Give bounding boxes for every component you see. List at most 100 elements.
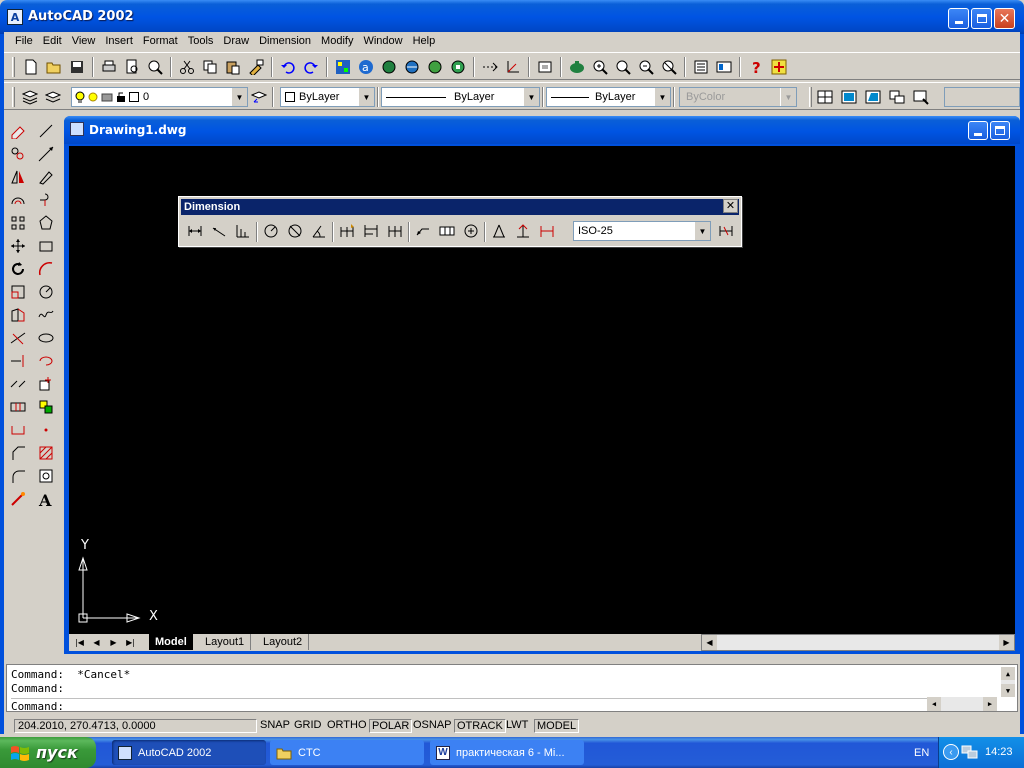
ucs-icon[interactable] xyxy=(504,58,522,76)
pan-realtime-icon[interactable] xyxy=(568,58,586,76)
3d-polyline-icon[interactable] xyxy=(36,190,56,210)
command-vertical-scrollbar[interactable]: ▲ ▼ xyxy=(1001,667,1015,697)
dropdown-arrow-icon[interactable]: ▼ xyxy=(694,222,710,240)
fillet-icon[interactable] xyxy=(8,466,28,486)
network-icon[interactable] xyxy=(961,744,979,760)
scroll-left-arrow-icon[interactable]: ◀ xyxy=(927,697,941,711)
prev-tab-arrow-icon[interactable]: ◀ xyxy=(88,635,105,650)
minimize-button[interactable] xyxy=(948,8,969,29)
dimension-update-icon[interactable] xyxy=(538,222,556,240)
scale-icon[interactable] xyxy=(8,282,28,302)
move-icon[interactable] xyxy=(8,236,28,256)
clip-viewport-icon[interactable] xyxy=(912,88,930,106)
model-toggle[interactable]: MODEL xyxy=(534,719,580,733)
layer-control-combo[interactable]: 0 ▼ xyxy=(71,87,248,107)
quick-dimension-icon[interactable] xyxy=(338,222,356,240)
break-at-point-icon[interactable] xyxy=(8,374,28,394)
toolbar-grip[interactable] xyxy=(12,87,15,107)
scroll-up-arrow-icon[interactable]: ▲ xyxy=(1001,667,1015,680)
tab-model[interactable]: Model xyxy=(149,634,193,650)
properties-icon[interactable] xyxy=(692,58,710,76)
command-horizontal-scrollbar[interactable]: ◀ ▶ xyxy=(927,697,997,711)
clock[interactable]: 14:23 xyxy=(985,746,1013,758)
spelling-icon[interactable] xyxy=(146,58,164,76)
language-indicator[interactable]: EN xyxy=(914,747,929,759)
command-input-line[interactable]: Command: xyxy=(11,698,931,713)
lineweight-control-combo[interactable]: ByLayer ▼ xyxy=(546,87,671,107)
tolerance-icon[interactable] xyxy=(438,222,456,240)
paste-icon[interactable] xyxy=(224,58,242,76)
arc-icon[interactable] xyxy=(36,259,56,279)
menu-window[interactable]: Window xyxy=(358,35,407,47)
stretch-icon[interactable] xyxy=(8,305,28,325)
hyperlink-icon[interactable] xyxy=(403,58,421,76)
zoom-realtime-icon[interactable] xyxy=(591,58,609,76)
color-control-combo[interactable]: ByLayer ▼ xyxy=(280,87,375,107)
layer-manager-icon[interactable] xyxy=(21,88,39,106)
join-icon[interactable] xyxy=(8,420,28,440)
erase-icon[interactable] xyxy=(8,121,28,141)
snap-toggle[interactable]: SNAP xyxy=(258,719,292,733)
convert-viewport-icon[interactable] xyxy=(888,88,906,106)
cut-icon[interactable] xyxy=(178,58,196,76)
menu-view[interactable]: View xyxy=(67,35,101,47)
drawing-document-icon[interactable] xyxy=(70,122,84,136)
menu-edit[interactable]: Edit xyxy=(38,35,67,47)
dimension-text-edit-icon[interactable] xyxy=(514,222,532,240)
tab-layout2[interactable]: Layout2 xyxy=(257,634,310,650)
single-viewport-icon[interactable] xyxy=(840,88,858,106)
construction-line-icon[interactable] xyxy=(36,144,56,164)
menu-tools[interactable]: Tools xyxy=(183,35,219,47)
spline-icon[interactable] xyxy=(36,305,56,325)
radius-dimension-icon[interactable] xyxy=(262,222,280,240)
ellipse-icon[interactable] xyxy=(36,328,56,348)
multiline-text-icon[interactable]: A xyxy=(36,489,56,509)
temporary-tracking-icon[interactable] xyxy=(481,58,499,76)
maximize-button[interactable] xyxy=(971,8,992,29)
meet-now-icon[interactable]: a xyxy=(357,58,375,76)
next-tab-arrow-icon[interactable]: ▶ xyxy=(105,635,122,650)
drawing-minimize-button[interactable] xyxy=(968,121,988,140)
menu-help[interactable]: Help xyxy=(408,35,441,47)
dimension-toolbar-close-button[interactable]: ✕ xyxy=(723,199,738,213)
region-icon[interactable] xyxy=(36,466,56,486)
dimension-style-combo[interactable]: ISO-25 ▼ xyxy=(573,221,711,241)
redo-icon[interactable] xyxy=(302,58,320,76)
dropdown-arrow-icon[interactable]: ▼ xyxy=(231,88,247,106)
zoom-window-icon[interactable] xyxy=(614,58,632,76)
plot-icon[interactable] xyxy=(100,58,118,76)
polyline-icon[interactable] xyxy=(36,167,56,187)
zoom-extents-icon[interactable] xyxy=(660,58,678,76)
tiled-viewports-icon[interactable] xyxy=(816,88,834,106)
show-hidden-icons-chevron-icon[interactable]: ‹ xyxy=(943,744,959,760)
help-icon[interactable]: ? xyxy=(747,58,765,76)
break-icon[interactable] xyxy=(8,397,28,417)
scroll-down-arrow-icon[interactable]: ▼ xyxy=(1001,684,1015,697)
named-views-icon[interactable] xyxy=(536,58,554,76)
explode-icon[interactable] xyxy=(8,489,28,509)
viewport-scale-combo[interactable] xyxy=(944,87,1020,107)
drawing-maximize-button[interactable] xyxy=(990,121,1010,140)
design-center-icon[interactable] xyxy=(715,58,733,76)
linetype-control-combo[interactable]: ByLayer ▼ xyxy=(381,87,540,107)
scroll-right-arrow-icon[interactable]: ▶ xyxy=(999,635,1014,650)
dimension-style-manager-icon[interactable] xyxy=(717,222,735,240)
publish-web-icon[interactable] xyxy=(380,58,398,76)
array-icon[interactable] xyxy=(8,213,28,233)
match-properties-icon[interactable] xyxy=(247,58,265,76)
menu-draw[interactable]: Draw xyxy=(218,35,254,47)
scroll-right-arrow-icon[interactable]: ▶ xyxy=(983,697,997,711)
menu-modify[interactable]: Modify xyxy=(316,35,358,47)
plot-preview-icon[interactable] xyxy=(123,58,141,76)
coordinate-display[interactable]: 204.2010, 270.4713, 0.0000 xyxy=(14,719,257,733)
express-tools-icon[interactable] xyxy=(770,58,788,76)
circle-icon[interactable] xyxy=(36,282,56,302)
new-icon[interactable] xyxy=(22,58,40,76)
menu-dimension[interactable]: Dimension xyxy=(254,35,316,47)
continue-dimension-icon[interactable] xyxy=(386,222,404,240)
scroll-left-arrow-icon[interactable]: ◀ xyxy=(702,635,717,650)
offset-icon[interactable] xyxy=(8,190,28,210)
copy-icon[interactable] xyxy=(201,58,219,76)
linear-dimension-icon[interactable] xyxy=(186,222,204,240)
object-snap-icon[interactable] xyxy=(449,58,467,76)
